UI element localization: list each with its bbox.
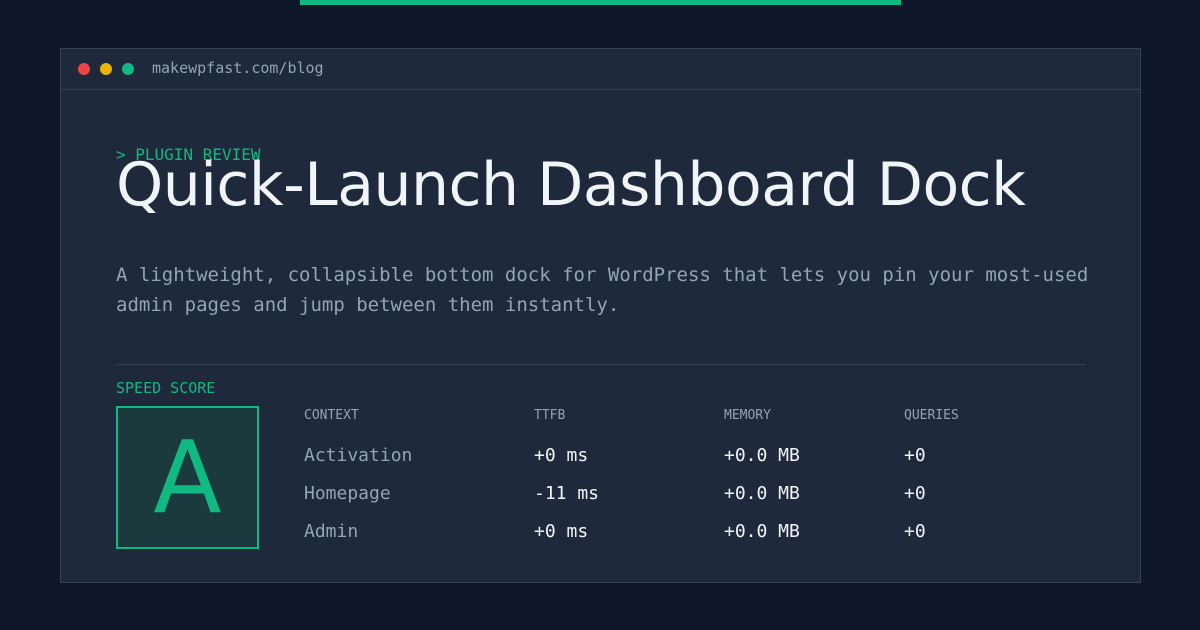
row-context: Homepage — [304, 483, 391, 504]
section-divider — [116, 364, 1085, 365]
article-title: Quick-Launch Dashboard Dock — [116, 150, 1026, 220]
top-accent-bar — [300, 0, 901, 5]
row-context: Activation — [304, 445, 413, 466]
speed-score-label: SPEED SCORE — [116, 379, 216, 397]
minimize-window-icon[interactable] — [100, 63, 112, 75]
maximize-window-icon[interactable] — [122, 63, 134, 75]
column-header-ttfb: TTFB — [534, 408, 566, 423]
address-url: makewpfast.com/blog — [152, 59, 324, 77]
column-header-memory: MEMORY — [724, 408, 771, 423]
row-ttfb: +0 ms — [534, 445, 589, 466]
speed-score-grade: A — [153, 419, 222, 536]
browser-window: makewpfast.com/blog > PLUGIN REVIEW Quic… — [60, 48, 1141, 583]
column-header-queries: QUERIES — [904, 408, 959, 423]
row-ttfb: -11 ms — [534, 483, 600, 504]
row-context: Admin — [304, 521, 359, 542]
row-ttfb: +0 ms — [534, 521, 589, 542]
row-queries: +0 — [904, 445, 926, 466]
row-queries: +0 — [904, 483, 926, 504]
row-memory: +0.0 MB — [724, 445, 800, 466]
speed-score-badge: A — [116, 406, 259, 549]
row-queries: +0 — [904, 521, 926, 542]
row-memory: +0.0 MB — [724, 521, 800, 542]
article-description: A lightweight, collapsible bottom dock f… — [116, 264, 1089, 316]
column-header-context: CONTEXT — [304, 408, 359, 423]
close-window-icon[interactable] — [78, 63, 90, 75]
window-titlebar: makewpfast.com/blog — [61, 49, 1140, 90]
row-memory: +0.0 MB — [724, 483, 800, 504]
